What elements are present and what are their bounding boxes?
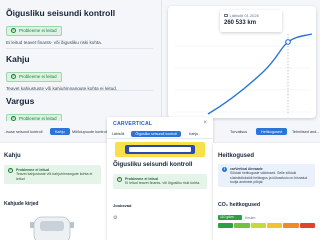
legal-banner — [115, 142, 205, 157]
status-badge-label: Probleeme ei leitud — [19, 74, 57, 79]
status-badge: ✓ Probleeme ei leitud — [6, 71, 62, 82]
calendar-icon — [224, 13, 228, 18]
damage-records-title: Kahjude kirjed — [4, 201, 39, 207]
scale-band-c — [250, 223, 266, 228]
divider — [6, 48, 153, 49]
tab-measurement-check[interactable]: Mõõdupuude kontroll — [72, 130, 107, 134]
info-icon: i — [222, 167, 227, 172]
status-badge-label: Probleeme ei leitud — [19, 28, 57, 33]
check-title: Vargus — [6, 96, 35, 106]
check-circle-icon: ✓ — [8, 168, 13, 173]
check-title: Kahju — [6, 54, 30, 64]
damage-panel: Kahju ✓ Probleeme ei leitud Teavet kahju… — [0, 143, 107, 240]
running-label: Jooksvad — [113, 203, 132, 208]
mileage-chart-card: Läbisõit 01.2026 260 533 km — [168, 6, 316, 118]
scale-band-f — [299, 223, 315, 228]
co2-gauge: 110 g/km Keskm. — [218, 213, 315, 228]
tooltip-value: 260 533 km — [224, 20, 257, 26]
scale-band-e — [283, 223, 299, 228]
carvertical-logo: CARVERTICAL — [113, 121, 153, 127]
co2-tag: Keskm. — [245, 215, 257, 220]
check-circle-icon: ✓ — [11, 28, 16, 33]
divider — [6, 90, 153, 91]
report-panel: CARVERTICAL × Läbisõit Õigusliku seisund… — [107, 117, 213, 240]
check-circle-icon: ✓ — [11, 74, 16, 79]
check-damage: Kahju ✓ Probleeme ei leitud Teavet kahju… — [6, 54, 153, 92]
scale-band-b — [234, 223, 250, 228]
no-issues-box: ✓ Probleeme ei leitud Teavet kahjustuste… — [4, 165, 101, 185]
check-circle-icon: ✓ — [117, 177, 122, 182]
status-badge: ✓ Probleeme ei leitud — [6, 113, 62, 121]
check-legal: Õigusliku seisundi kontroll ✓ Probleeme … — [6, 8, 153, 46]
tab-mileage[interactable]: Läbisõit — [112, 132, 124, 136]
close-icon[interactable]: × — [203, 120, 207, 126]
checks-panel: Õigusliku seisundi kontroll ✓ Probleeme … — [0, 0, 161, 121]
co2-title: CO₂ heitkogused — [218, 202, 261, 208]
tab-emissions[interactable]: Heitkogused — [256, 128, 288, 135]
section-title: Heitkogused — [218, 153, 255, 159]
mileage-point-active — [285, 39, 291, 45]
check-description: Ei leitud teavet finants- või õigusliku … — [6, 40, 103, 45]
scale-band-a — [218, 223, 234, 228]
info-text: Sõiduki heitkoguste väärtused. Selle sõi… — [230, 171, 308, 184]
car-diagram — [28, 213, 76, 240]
car-top-view-icon — [30, 216, 74, 240]
filter-icon[interactable]: ⚙ — [113, 215, 117, 221]
mileage-panel: Läbisõit 01.2026 260 533 km — [162, 0, 320, 121]
status-badge: ✓ Probleeme ei leitud — [6, 25, 62, 36]
tab-legal-check[interactable]: ..isuse seisund kontroll — [4, 130, 42, 134]
mileage-tooltip: Läbisõit 01.2026 260 533 km — [220, 10, 282, 32]
scale-band-d — [266, 223, 283, 228]
no-issues-text: Teavet kahjustuste või kahjuhinnangute k… — [16, 172, 93, 181]
info-box: i carVertical ülevaade Sõiduki heitkogus… — [218, 164, 315, 187]
check-title: Õigusliku seisundi kontroll — [6, 8, 116, 18]
banner-illustration — [125, 145, 195, 154]
co2-scale — [218, 223, 315, 228]
tooltip-date: Läbisõit 01.2026 — [229, 13, 259, 18]
tab-safety[interactable]: Turvalisus — [230, 130, 247, 134]
no-issues-box: ✓ Probleeme ei leitud Ei leitud teavet f… — [113, 174, 207, 189]
tab-damage[interactable]: Kahju — [50, 128, 70, 135]
report-section-title: Õigusliku seisundi kontroll — [113, 161, 193, 168]
no-issues-text: Ei leitud teavet finants- või õigusliku … — [125, 181, 201, 186]
tab-technical[interactable]: Tehnilised and... — [292, 130, 319, 134]
emissions-panel: Heitkogused i carVertical ülevaade Sõidu… — [213, 143, 320, 240]
report-tabs: Läbisõit Õigusliku seisundi kontroll Kah… — [107, 129, 213, 139]
tab-damage-center[interactable]: Kahju — [189, 132, 198, 136]
co2-gauge-row: 110 g/km Keskm. — [218, 215, 315, 220]
tab-legal-status[interactable]: Õigusliku seisundi kontroll — [131, 130, 181, 137]
section-title: Kahju — [4, 153, 21, 159]
co2-value-bar: 110 g/km — [218, 215, 242, 220]
